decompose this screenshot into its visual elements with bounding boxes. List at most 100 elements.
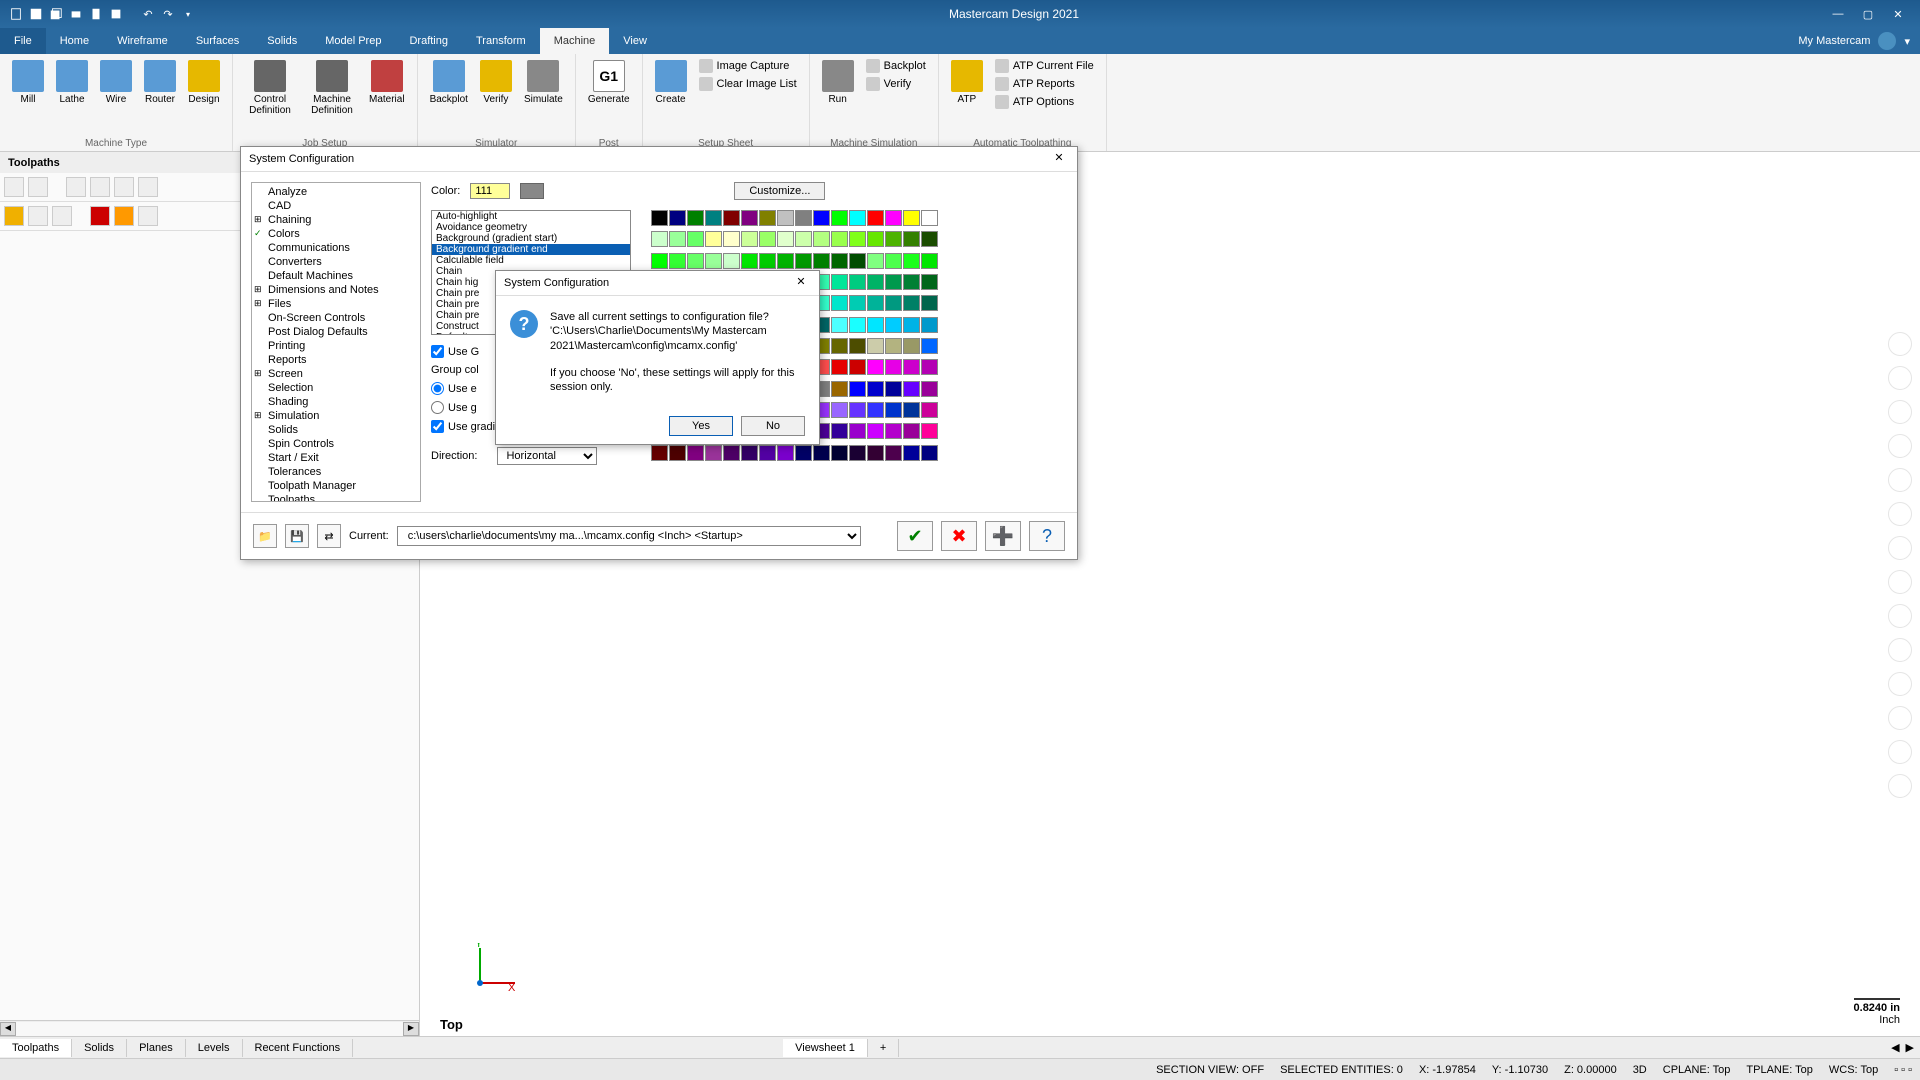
tree-spin[interactable]: Spin Controls (254, 437, 418, 451)
btab-solids[interactable]: Solids (72, 1039, 127, 1057)
palette-cell-179[interactable] (705, 445, 722, 461)
palette-cell-176[interactable] (651, 445, 668, 461)
palette-cell-28[interactable] (867, 231, 884, 247)
new-icon[interactable] (8, 6, 24, 22)
doc2-icon[interactable] (108, 6, 124, 22)
rtool-13[interactable] (1888, 740, 1912, 764)
generate-button[interactable]: G1Generate (584, 58, 634, 107)
tb-icon-7[interactable] (4, 206, 24, 226)
tb-icon-11[interactable] (114, 206, 134, 226)
palette-cell-29[interactable] (885, 231, 902, 247)
tree-startexit[interactable]: Start / Exit (254, 451, 418, 465)
tree-postdialog[interactable]: Post Dialog Defaults (254, 325, 418, 339)
tree-reports[interactable]: Reports (254, 353, 418, 367)
palette-cell-42[interactable] (831, 253, 848, 269)
rtool-6[interactable] (1888, 502, 1912, 526)
wire-button[interactable]: Wire (96, 58, 136, 107)
palette-cell-138[interactable] (831, 381, 848, 397)
print-icon[interactable] (68, 6, 84, 22)
palette-cell-34[interactable] (687, 253, 704, 269)
tab-home[interactable]: Home (46, 28, 103, 54)
rtool-10[interactable] (1888, 638, 1912, 662)
yes-button[interactable]: Yes (669, 416, 733, 436)
status-extra-icons[interactable]: ▫ ▫ ▫ (1894, 1064, 1912, 1076)
tb-icon-8[interactable] (28, 206, 48, 226)
run-button[interactable]: Run (818, 58, 858, 107)
palette-cell-78[interactable] (903, 295, 920, 311)
palette-cell-31[interactable] (921, 231, 938, 247)
tree-converters[interactable]: Converters (254, 255, 418, 269)
palette-cell-90[interactable] (831, 317, 848, 333)
ok-button[interactable]: ✔ (897, 521, 933, 551)
palette-cell-143[interactable] (921, 381, 938, 397)
viewsheet-add[interactable]: + (868, 1039, 899, 1057)
atp-current-button[interactable]: ATP Current File (991, 58, 1098, 74)
tabs-left-icon[interactable]: ◀ (1891, 1041, 1899, 1054)
palette-cell-37[interactable] (741, 253, 758, 269)
help-button[interactable]: ? (1029, 521, 1065, 551)
lathe-button[interactable]: Lathe (52, 58, 92, 107)
status-cplane[interactable]: CPLANE: Top (1663, 1064, 1731, 1076)
palette-cell-33[interactable] (669, 253, 686, 269)
minimize-button[interactable]: — (1824, 4, 1852, 24)
qat-dropdown-icon[interactable]: ▾ (180, 6, 196, 22)
palette-cell-109[interactable] (885, 338, 902, 354)
tree-selection[interactable]: Selection (254, 381, 418, 395)
palette-cell-188[interactable] (867, 445, 884, 461)
palette-cell-190[interactable] (903, 445, 920, 461)
palette-cell-5[interactable] (741, 210, 758, 226)
palette-cell-45[interactable] (885, 253, 902, 269)
status-wcs[interactable]: WCS: Top (1829, 1064, 1878, 1076)
mill-button[interactable]: Mill (8, 58, 48, 107)
dialog-titlebar[interactable]: System Configuration ✕ (241, 147, 1077, 172)
rtool-3[interactable] (1888, 400, 1912, 424)
palette-cell-157[interactable] (885, 402, 902, 418)
config-tree[interactable]: Analyze CAD Chaining Colors Communicatio… (251, 182, 421, 502)
my-mastercam-link[interactable]: My Mastercam (1798, 35, 1870, 47)
rtool-4[interactable] (1888, 434, 1912, 458)
tb-icon-2[interactable] (28, 177, 48, 197)
palette-cell-180[interactable] (723, 445, 740, 461)
tree-dimensions[interactable]: Dimensions and Notes (254, 283, 418, 297)
palette-cell-187[interactable] (849, 445, 866, 461)
current-config-select[interactable]: c:\users\charlie\documents\my ma...\mcam… (397, 526, 861, 546)
saveall-icon[interactable] (48, 6, 64, 22)
maximize-button[interactable]: ▢ (1854, 4, 1882, 24)
tb-icon-6[interactable] (138, 177, 158, 197)
create-button[interactable]: Create (651, 58, 691, 107)
palette-cell-107[interactable] (849, 338, 866, 354)
tree-solids[interactable]: Solids (254, 423, 418, 437)
palette-cell-26[interactable] (831, 231, 848, 247)
palette-cell-19[interactable] (705, 231, 722, 247)
palette-cell-22[interactable] (759, 231, 776, 247)
palette-cell-127[interactable] (921, 359, 938, 375)
palette-cell-7[interactable] (777, 210, 794, 226)
palette-cell-184[interactable] (795, 445, 812, 461)
tree-printing[interactable]: Printing (254, 339, 418, 353)
palette-cell-24[interactable] (795, 231, 812, 247)
atp-button[interactable]: ATP (947, 58, 987, 107)
palette-cell-1[interactable] (669, 210, 686, 226)
btab-planes[interactable]: Planes (127, 1039, 186, 1057)
status-mode[interactable]: 3D (1633, 1064, 1647, 1076)
customize-button[interactable]: Customize... (734, 182, 825, 200)
palette-cell-79[interactable] (921, 295, 938, 311)
doc1-icon[interactable] (88, 6, 104, 22)
palette-cell-32[interactable] (651, 253, 668, 269)
palette-cell-4[interactable] (723, 210, 740, 226)
tb-icon-1[interactable] (4, 177, 24, 197)
palette-cell-189[interactable] (885, 445, 902, 461)
clist-0[interactable]: Auto-highlight (432, 211, 630, 222)
palette-cell-183[interactable] (777, 445, 794, 461)
palette-cell-30[interactable] (903, 231, 920, 247)
palette-cell-108[interactable] (867, 338, 884, 354)
palette-cell-177[interactable] (669, 445, 686, 461)
tab-drafting[interactable]: Drafting (395, 28, 462, 54)
tab-modelprep[interactable]: Model Prep (311, 28, 395, 54)
cancel-button[interactable]: ✖ (941, 521, 977, 551)
tree-screen[interactable]: Screen (254, 367, 418, 381)
palette-cell-39[interactable] (777, 253, 794, 269)
palette-cell-60[interactable] (867, 274, 884, 290)
palette-cell-61[interactable] (885, 274, 902, 290)
confirm-close-button[interactable]: ✕ (791, 275, 811, 291)
